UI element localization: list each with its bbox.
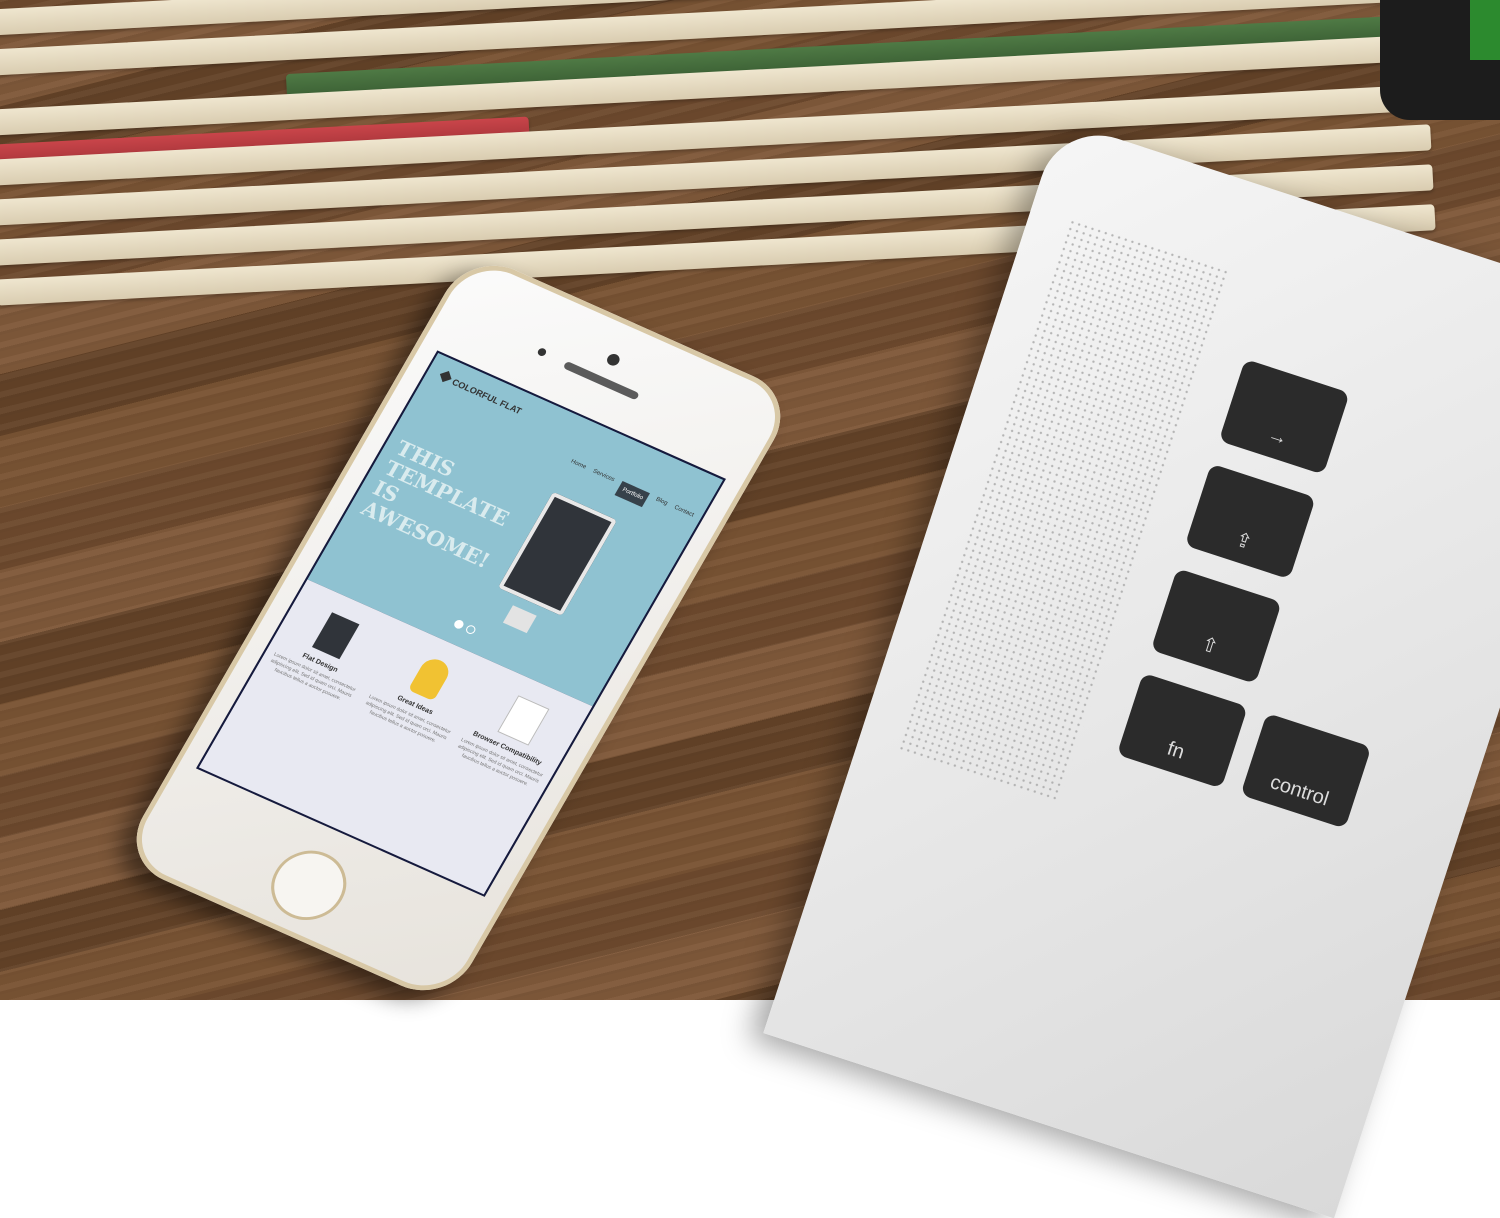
shift-key[interactable]: ⇧ <box>1150 568 1282 684</box>
monitor-icon <box>311 612 360 660</box>
hero-headline: THIS TEMPLATE IS AWESOME! <box>357 435 514 573</box>
arrow-key[interactable]: → <box>1218 358 1350 475</box>
slider-dots <box>452 618 478 636</box>
nav-contact[interactable]: Contact <box>668 505 695 527</box>
proximity-sensor <box>536 346 548 358</box>
feature-browser-compatibility: Browser Compatibility Lorem ipsum dolor … <box>452 684 575 792</box>
lightbulb-icon <box>407 654 454 702</box>
earpiece-speaker <box>562 360 640 401</box>
heart-icon <box>439 371 452 383</box>
browser-window-icon <box>497 695 550 746</box>
front-camera <box>604 352 622 368</box>
feature-flat-design: Flat Design Lorem ipsum dolor sit amet, … <box>264 600 386 706</box>
slider-dot[interactable] <box>452 618 466 631</box>
monitor-stand-illustration <box>502 605 537 634</box>
nav-services[interactable]: Services <box>586 469 615 492</box>
home-button[interactable] <box>257 839 360 932</box>
nav-portfolio[interactable]: Portfolio <box>614 481 651 508</box>
caps-key[interactable]: ⇪ <box>1184 463 1316 580</box>
site-logo[interactable]: COLORFUL FLAT <box>438 371 524 416</box>
laptop-screen-corner <box>1380 0 1500 120</box>
slider-dot[interactable] <box>464 623 478 636</box>
nav-home[interactable]: Home <box>565 459 588 479</box>
control-key[interactable]: control <box>1240 712 1372 829</box>
monitor-illustration <box>497 491 618 617</box>
logo-text: COLORFUL FLAT <box>450 376 524 417</box>
fn-key[interactable]: fn <box>1116 672 1248 789</box>
nav-blog[interactable]: Blog <box>650 497 669 516</box>
